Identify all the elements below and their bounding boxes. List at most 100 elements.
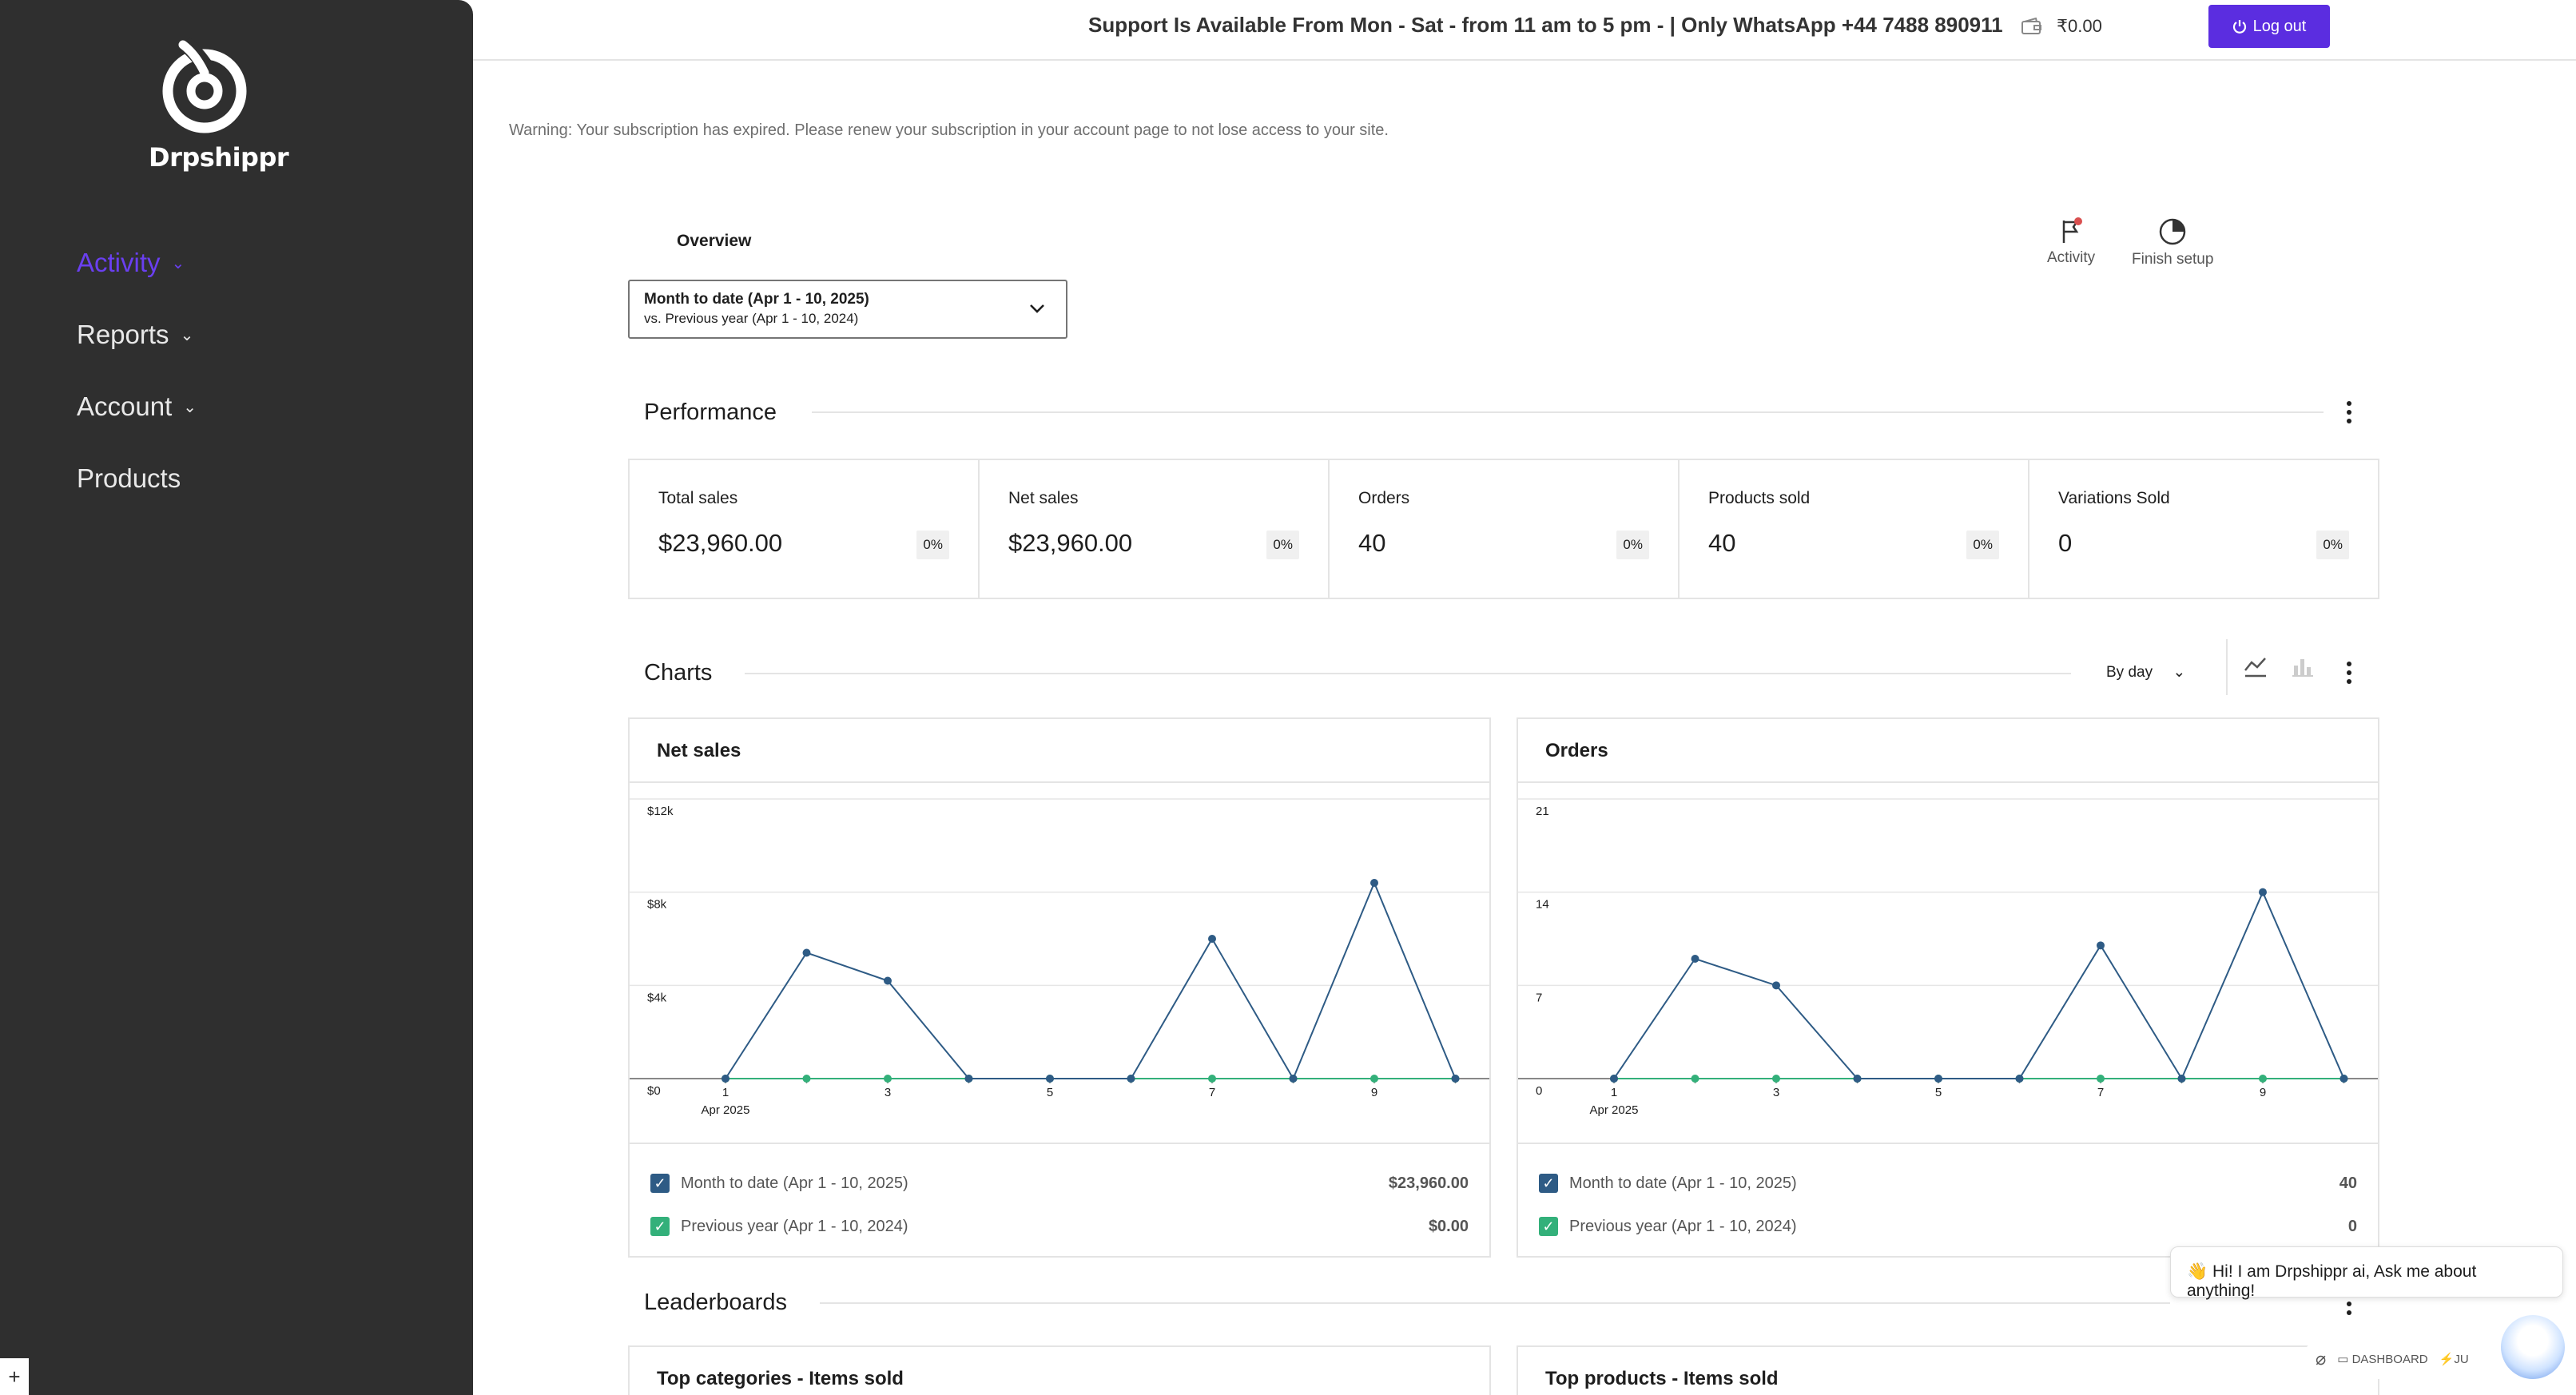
- data-point: [1370, 1075, 1378, 1083]
- chart-title: Orders: [1518, 719, 2378, 783]
- legend-label: Month to date (Apr 1 - 10, 2025): [1569, 1174, 1797, 1192]
- data-point: [964, 1075, 973, 1083]
- brand-name: Drpshippr: [149, 142, 289, 173]
- sidebar-item-account[interactable]: Account ⌄: [77, 371, 197, 443]
- kpi-label: Net sales: [1008, 489, 1079, 507]
- sidebar-item-activity[interactable]: Activity ⌄: [77, 227, 197, 299]
- date-range-label: Month to date (Apr 1 - 10, 2025): [644, 291, 869, 308]
- checkbox-icon[interactable]: ✓: [1539, 1174, 1558, 1193]
- sidebar: Drpshippr Activity ⌄ Reports ⌄ Account ⌄…: [0, 0, 473, 1395]
- sidebar-item-products[interactable]: Products: [77, 443, 197, 515]
- support-notice: Support Is Available From Mon - Sat - fr…: [1088, 13, 2003, 37]
- wallet-balance[interactable]: ₹0.00: [2021, 16, 2102, 37]
- chat-assistant-icon[interactable]: [2501, 1315, 2565, 1379]
- data-point: [2259, 888, 2267, 896]
- legend-total: 40: [2339, 1174, 2357, 1192]
- power-icon: [2232, 20, 2246, 34]
- data-point: [1772, 1075, 1780, 1083]
- data-point: [1451, 1075, 1460, 1083]
- legend-item-previous[interactable]: ✓ Previous year (Apr 1 - 10, 2024) $0.00: [650, 1205, 1469, 1248]
- y-tick-label: 21: [1536, 805, 1549, 818]
- add-button[interactable]: +: [0, 1358, 29, 1395]
- wallet-icon: [2021, 18, 2041, 34]
- y-tick-label: $4k: [647, 991, 667, 1004]
- sidebar-item-label: Account: [77, 391, 173, 421]
- chat-greeting[interactable]: 👋 Hi! I am Drpshippr ai, Ask me about an…: [2170, 1246, 2563, 1300]
- dashboard-link[interactable]: ▭ DASHBOARD: [2337, 1352, 2427, 1366]
- x-tick-label: 1: [1611, 1086, 1617, 1099]
- sidebar-item-reports[interactable]: Reports ⌄: [77, 299, 197, 371]
- chart-type-toggle: [2226, 639, 2314, 695]
- interval-label: By day: [2106, 664, 2153, 681]
- sidebar-item-label: Products: [77, 463, 181, 493]
- legend-item-current[interactable]: ✓ Month to date (Apr 1 - 10, 2025) $23,9…: [650, 1162, 1469, 1205]
- legend-total: $0.00: [1428, 1217, 1469, 1235]
- wallet-amount: ₹0.00: [2057, 16, 2102, 36]
- kpi-label: Variations Sold: [2058, 489, 2170, 507]
- data-point: [1691, 955, 1699, 963]
- section-divider: [745, 673, 2071, 674]
- kpi-label: Total sales: [658, 489, 738, 507]
- progress-circle-icon: [2159, 218, 2186, 245]
- kpi-variations-sold[interactable]: Variations Sold 0 0%: [2029, 460, 2378, 598]
- data-point: [2339, 1075, 2348, 1083]
- charts-title: Charts: [644, 660, 713, 686]
- net-sales-chart[interactable]: $0 $4k $8k $12k 1 3 5 7 9 Apr 2025: [630, 783, 1489, 1141]
- chevron-down-icon: ⌄: [2173, 664, 2186, 681]
- overview-title: Overview: [677, 232, 752, 250]
- data-point: [2015, 1075, 2024, 1083]
- drpshippr-logo-icon: [162, 37, 247, 133]
- finish-setup-button[interactable]: Finish setup: [2132, 217, 2213, 268]
- y-tick-label: $12k: [647, 805, 674, 818]
- logout-button[interactable]: Log out: [2208, 5, 2330, 48]
- kpi-change-badge: 0%: [916, 531, 949, 559]
- kpi-orders[interactable]: Orders 40 0%: [1330, 460, 1680, 598]
- x-tick-label: 3: [1773, 1086, 1779, 1099]
- checkbox-icon[interactable]: ✓: [650, 1174, 670, 1193]
- data-point: [1289, 1075, 1298, 1083]
- checkbox-icon[interactable]: ✓: [650, 1217, 670, 1236]
- orders-chart[interactable]: 0714211 3 5 7 9Apr 2025: [1518, 783, 2378, 1141]
- compare-range-label: vs. Previous year (Apr 1 - 10, 2024): [644, 311, 859, 326]
- y-tick-label: 14: [1536, 898, 1549, 912]
- data-point: [1046, 1075, 1054, 1083]
- slash-circle-icon[interactable]: ⌀: [2316, 1349, 2326, 1369]
- data-point: [2097, 941, 2105, 950]
- date-range-picker[interactable]: Month to date (Apr 1 - 10, 2025) vs. Pre…: [628, 280, 1067, 339]
- kpi-label: Orders: [1358, 489, 1410, 507]
- data-point: [1610, 1075, 1618, 1083]
- kpi-value: $23,960.00: [1008, 529, 1133, 557]
- performance-menu-icon[interactable]: [2344, 401, 2354, 427]
- legend-total: 0: [2347, 1217, 2357, 1235]
- flag-icon: [2062, 217, 2083, 243]
- top-bar: Support Is Available From Mon - Sat - fr…: [473, 0, 2576, 61]
- brand-logo[interactable]: Drpshippr: [149, 37, 289, 173]
- data-point: [1208, 1075, 1216, 1083]
- x-axis-sublabel: Apr 2025: [702, 1103, 750, 1117]
- sidebar-item-label: Reports: [77, 320, 169, 349]
- data-point: [722, 1075, 729, 1083]
- line-chart-icon[interactable]: [2244, 656, 2268, 678]
- data-point: [884, 1075, 892, 1083]
- legend-item-current[interactable]: ✓ Month to date (Apr 1 - 10, 2025) 40: [1539, 1162, 2357, 1205]
- kpi-net-sales[interactable]: Net sales $23,960.00 0%: [980, 460, 1330, 598]
- kpi-value: $23,960.00: [658, 529, 783, 557]
- chat-toolbar: ⌀ ▭ DASHBOARD ⚡JU: [2303, 1339, 2495, 1379]
- sidebar-nav: Activity ⌄ Reports ⌄ Account ⌄ Products: [77, 227, 197, 515]
- data-point: [1772, 981, 1780, 990]
- bar-chart-icon[interactable]: [2292, 656, 2314, 678]
- kpi-value: 40: [1708, 529, 1736, 557]
- interval-select[interactable]: By day ⌄: [2106, 663, 2185, 682]
- kpi-value: 0: [2058, 529, 2073, 557]
- kpi-value: 40: [1358, 529, 1386, 557]
- charts-menu-icon[interactable]: [2344, 662, 2354, 688]
- kpi-change-badge: 0%: [2316, 531, 2349, 559]
- kpi-products-sold[interactable]: Products sold 40 0%: [1680, 460, 2029, 598]
- kpi-total-sales[interactable]: Total sales $23,960.00 0%: [630, 460, 980, 598]
- ju-link[interactable]: ⚡JU: [2439, 1352, 2469, 1366]
- x-tick-label: 9: [2260, 1086, 2266, 1099]
- activity-panel-button[interactable]: Activity: [2047, 217, 2095, 267]
- checkbox-icon[interactable]: ✓: [1539, 1217, 1558, 1236]
- data-point: [1370, 879, 1378, 887]
- legend-item-previous[interactable]: ✓ Previous year (Apr 1 - 10, 2024) 0: [1539, 1205, 2357, 1248]
